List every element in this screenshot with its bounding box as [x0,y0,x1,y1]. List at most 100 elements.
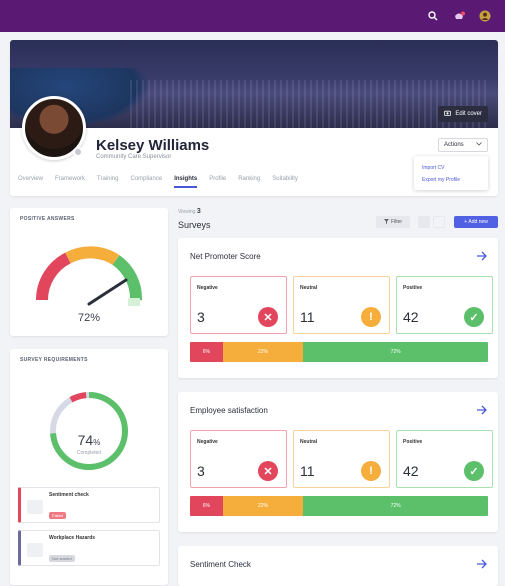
view-toggle [418,216,445,228]
neutral-label: Neutral [300,439,318,445]
bar-segment: 22% [222,496,304,516]
neutral-label: Neutral [300,285,318,291]
filter-button[interactable]: Filter [376,216,410,228]
survey-requirements-card: SURVEY REQUIREMENTS 74% Completed Sentim… [10,349,168,585]
tab-framework[interactable]: Framework [55,176,85,188]
positive-label: Positive [403,285,423,291]
edit-cover-button[interactable]: Edit cover [438,106,488,122]
requirement-item[interactable]: Sentiment check Failed [18,487,160,523]
score-boxes: Negative 3 ✕ Neutral 11 ! Positive 42 ✓ [190,430,493,488]
score-boxes: Negative 3 ✕ Neutral 11 ! Positive 42 ✓ [190,276,493,334]
profile-card: Edit cover Kelsey Williams Community Car… [10,40,498,196]
requirement-status-badge: Not started [49,555,75,562]
donut-value: 74% [10,432,168,448]
add-new-button[interactable]: + Add new [454,216,498,228]
warning-icon: ! [361,307,381,327]
gauge-segment-yellow [65,246,120,266]
neutral-value: 11 [300,309,315,325]
positive-box: Positive 42 ✓ [396,276,493,334]
arrow-right-icon[interactable] [476,250,488,262]
donut-center: 74% Completed [10,432,168,456]
neutral-box: Neutral 11 ! [293,276,390,334]
requirement-item[interactable]: Workplace Hazards Not started [18,530,160,566]
check-icon: ✓ [464,307,484,327]
tab-profile[interactable]: Profile [209,176,226,188]
user-icon[interactable] [477,8,493,24]
gauge-end-cap [128,298,140,306]
requirement-name: Sentiment check [49,492,89,498]
top-bar [0,0,505,32]
close-icon: ✕ [258,307,278,327]
donut-failed-segment [50,392,128,470]
survey-title: Employee satisfaction [190,406,268,415]
list-view-icon[interactable] [433,216,445,228]
bar-segment: 72% [303,496,488,516]
chart-icon [27,500,43,514]
distribution-bar: 6% 22% 72% [190,496,488,516]
viewing-label: Viewing [178,209,196,215]
notifications-icon[interactable] [451,8,467,24]
top-icons [425,8,493,24]
neutral-box: Neutral 11 ! [293,430,390,488]
actions-label: Actions [444,142,464,148]
requirement-status-badge: Failed [49,512,66,519]
check-icon: ✓ [464,461,484,481]
arrow-right-icon[interactable] [476,558,488,570]
survey-requirements-title: SURVEY REQUIREMENTS [20,357,88,363]
survey-card: Employee satisfaction Negative 3 ✕ Neutr… [178,392,498,532]
donut-number: 74 [77,432,94,448]
gauge-chart [36,246,142,306]
positive-box: Positive 42 ✓ [396,430,493,488]
negative-value: 3 [197,309,205,325]
negative-box: Negative 3 ✕ [190,430,287,488]
viewing-number: 3 [196,208,201,215]
positive-value: 42 [403,463,419,479]
viewing-count: Viewing 3 [178,208,201,215]
avatar-edit-icon[interactable] [73,147,83,157]
negative-value: 3 [197,463,205,479]
tab-training[interactable]: Training [97,176,118,188]
positive-answers-title: POSITIVE ANSWERS [20,216,75,222]
warning-icon: ! [361,461,381,481]
tab-ranking[interactable]: Ranking [238,176,260,188]
tab-overview[interactable]: Overview [18,176,43,188]
menu-item-export-profile[interactable]: Export my Profile [422,174,480,186]
survey-card: Net Promoter Score Negative 3 ✕ Neutral … [178,238,498,378]
donut-unit: % [93,438,101,447]
camera-icon [444,110,452,118]
grid-view-icon[interactable] [418,216,430,228]
gauge-segment-red [36,252,71,301]
actions-menu: Import CV Export my Profile [414,156,488,190]
edit-cover-label: Edit cover [455,111,482,117]
bar-segment: 72% [303,342,488,362]
negative-box: Negative 3 ✕ [190,276,287,334]
profile-name: Kelsey Williams [96,137,210,154]
positive-label: Positive [403,439,423,445]
requirement-name: Workplace Hazards [49,535,96,541]
filter-label: Filter [390,219,403,225]
chart-icon [27,543,43,557]
tab-suitability[interactable]: Suitability [272,176,298,188]
profile-tabs: Overview Framework Training Compliance I… [18,176,298,188]
actions-button[interactable]: Actions [438,138,488,152]
survey-title: Net Promoter Score [190,252,261,261]
tab-compliance[interactable]: Compliance [131,176,163,188]
positive-value: 42 [403,309,419,325]
survey-card: Sentiment Check [178,546,498,586]
profile-role: Community Care Supervisor [96,154,172,160]
bar-segment: 6% [190,342,223,362]
filter-icon [383,218,389,226]
positive-answers-card: POSITIVE ANSWERS 72% [10,208,168,336]
survey-title: Sentiment Check [190,560,251,569]
chevron-down-icon [476,142,482,148]
negative-label: Negative [197,285,218,291]
negative-label: Negative [197,439,218,445]
menu-item-import-cv[interactable]: Import CV [422,162,480,174]
tab-insights[interactable]: Insights [174,176,198,188]
arrow-right-icon[interactable] [476,404,488,416]
add-new-label: Add new [468,219,488,225]
search-icon[interactable] [425,8,441,24]
bar-segment: 6% [190,496,223,516]
surveys-title: Surveys [178,220,211,230]
completion-donut [50,392,128,470]
